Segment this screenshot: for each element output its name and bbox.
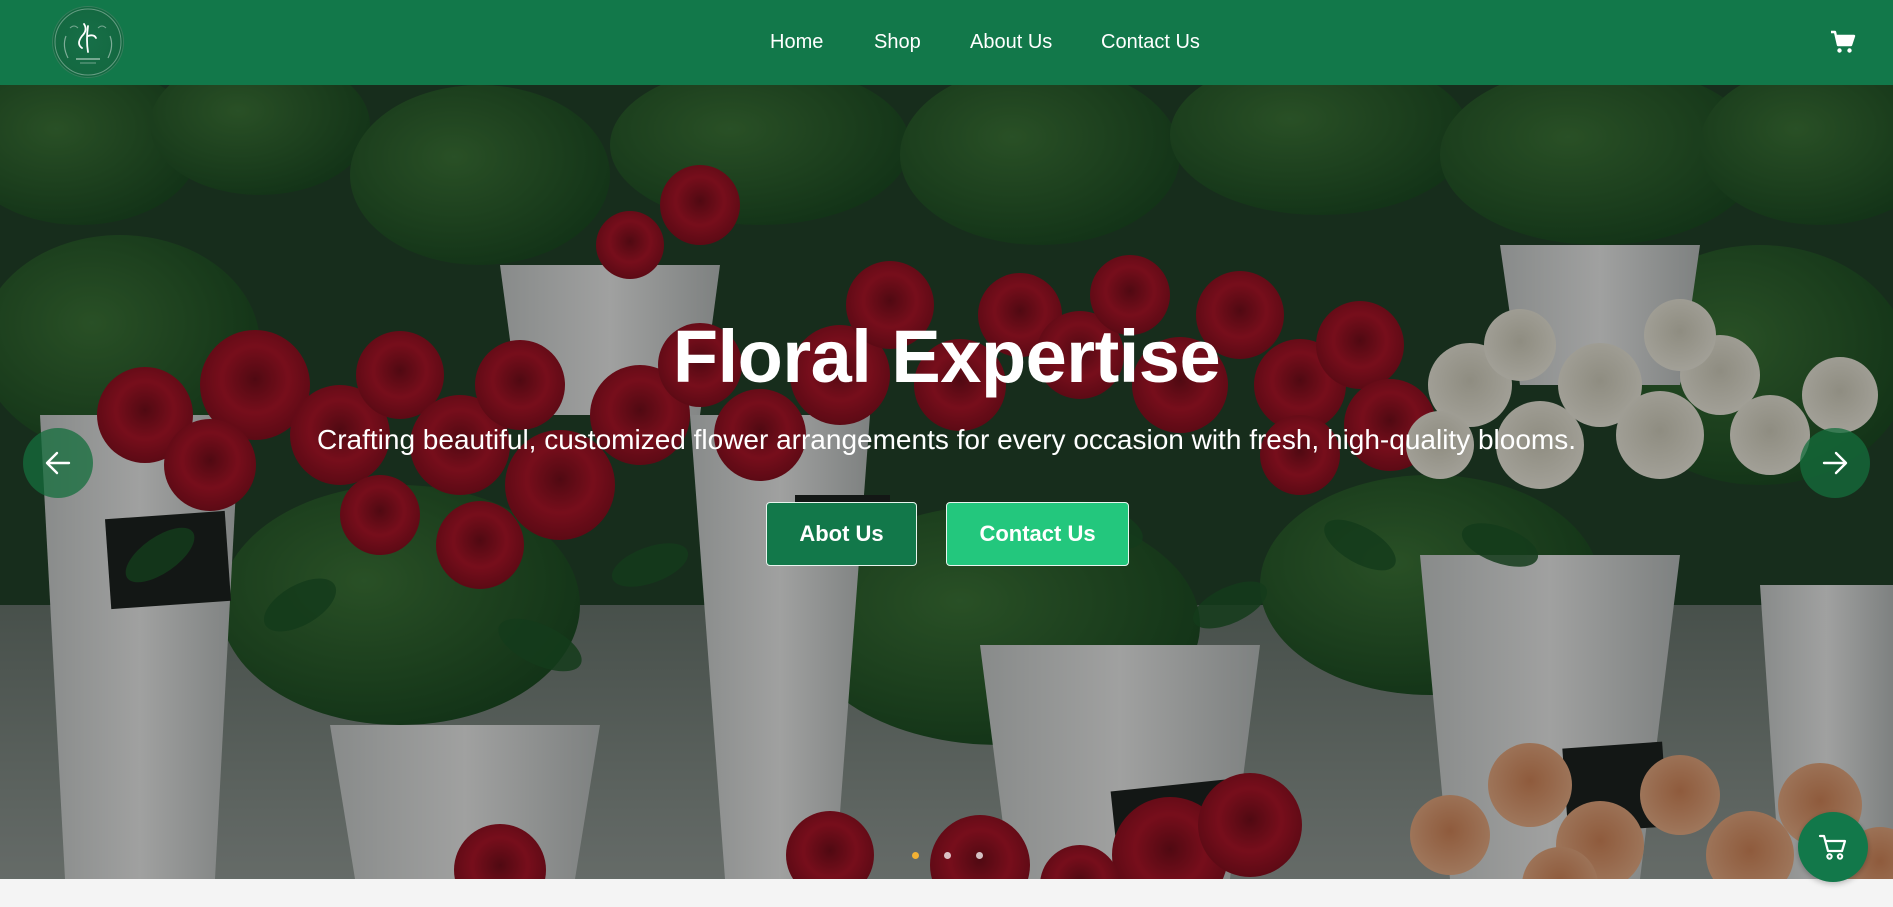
carousel-prev-button[interactable]	[23, 428, 93, 498]
carousel-dot-3[interactable]	[976, 852, 983, 859]
about-us-button[interactable]: Abot Us	[766, 502, 917, 566]
contact-us-button[interactable]: Contact Us	[946, 502, 1129, 566]
arrow-left-icon	[45, 451, 71, 475]
carousel-dot-1[interactable]	[912, 852, 919, 859]
nav-home-link[interactable]: Home	[770, 31, 823, 54]
top-navbar: Home Shop About Us Contact Us	[0, 0, 1893, 85]
cart-icon	[1818, 834, 1847, 860]
hero-title: Floral Expertise	[672, 315, 1221, 398]
nav-shop-link[interactable]: Shop	[874, 31, 921, 54]
nav-about-link[interactable]: About Us	[970, 31, 1052, 54]
hero-subtitle: Crafting beautiful, customized flower ar…	[316, 424, 1577, 455]
carousel-next-button[interactable]	[1800, 428, 1870, 498]
hero-dark-overlay	[0, 85, 1893, 879]
nav-contact-link[interactable]: Contact Us	[1101, 31, 1200, 54]
page: Home Shop About Us Contact Us Floral Exp…	[0, 0, 1893, 907]
carousel-dot-2[interactable]	[944, 852, 951, 859]
floating-cart-button[interactable]	[1798, 812, 1868, 882]
hero-carousel: Floral Expertise Crafting beautiful, cus…	[0, 85, 1893, 879]
arrow-right-icon	[1822, 451, 1848, 475]
cart-icon[interactable]	[1830, 30, 1856, 54]
main-nav: Home Shop About Us Contact Us	[0, 0, 1893, 85]
carousel-indicators	[0, 852, 1893, 862]
